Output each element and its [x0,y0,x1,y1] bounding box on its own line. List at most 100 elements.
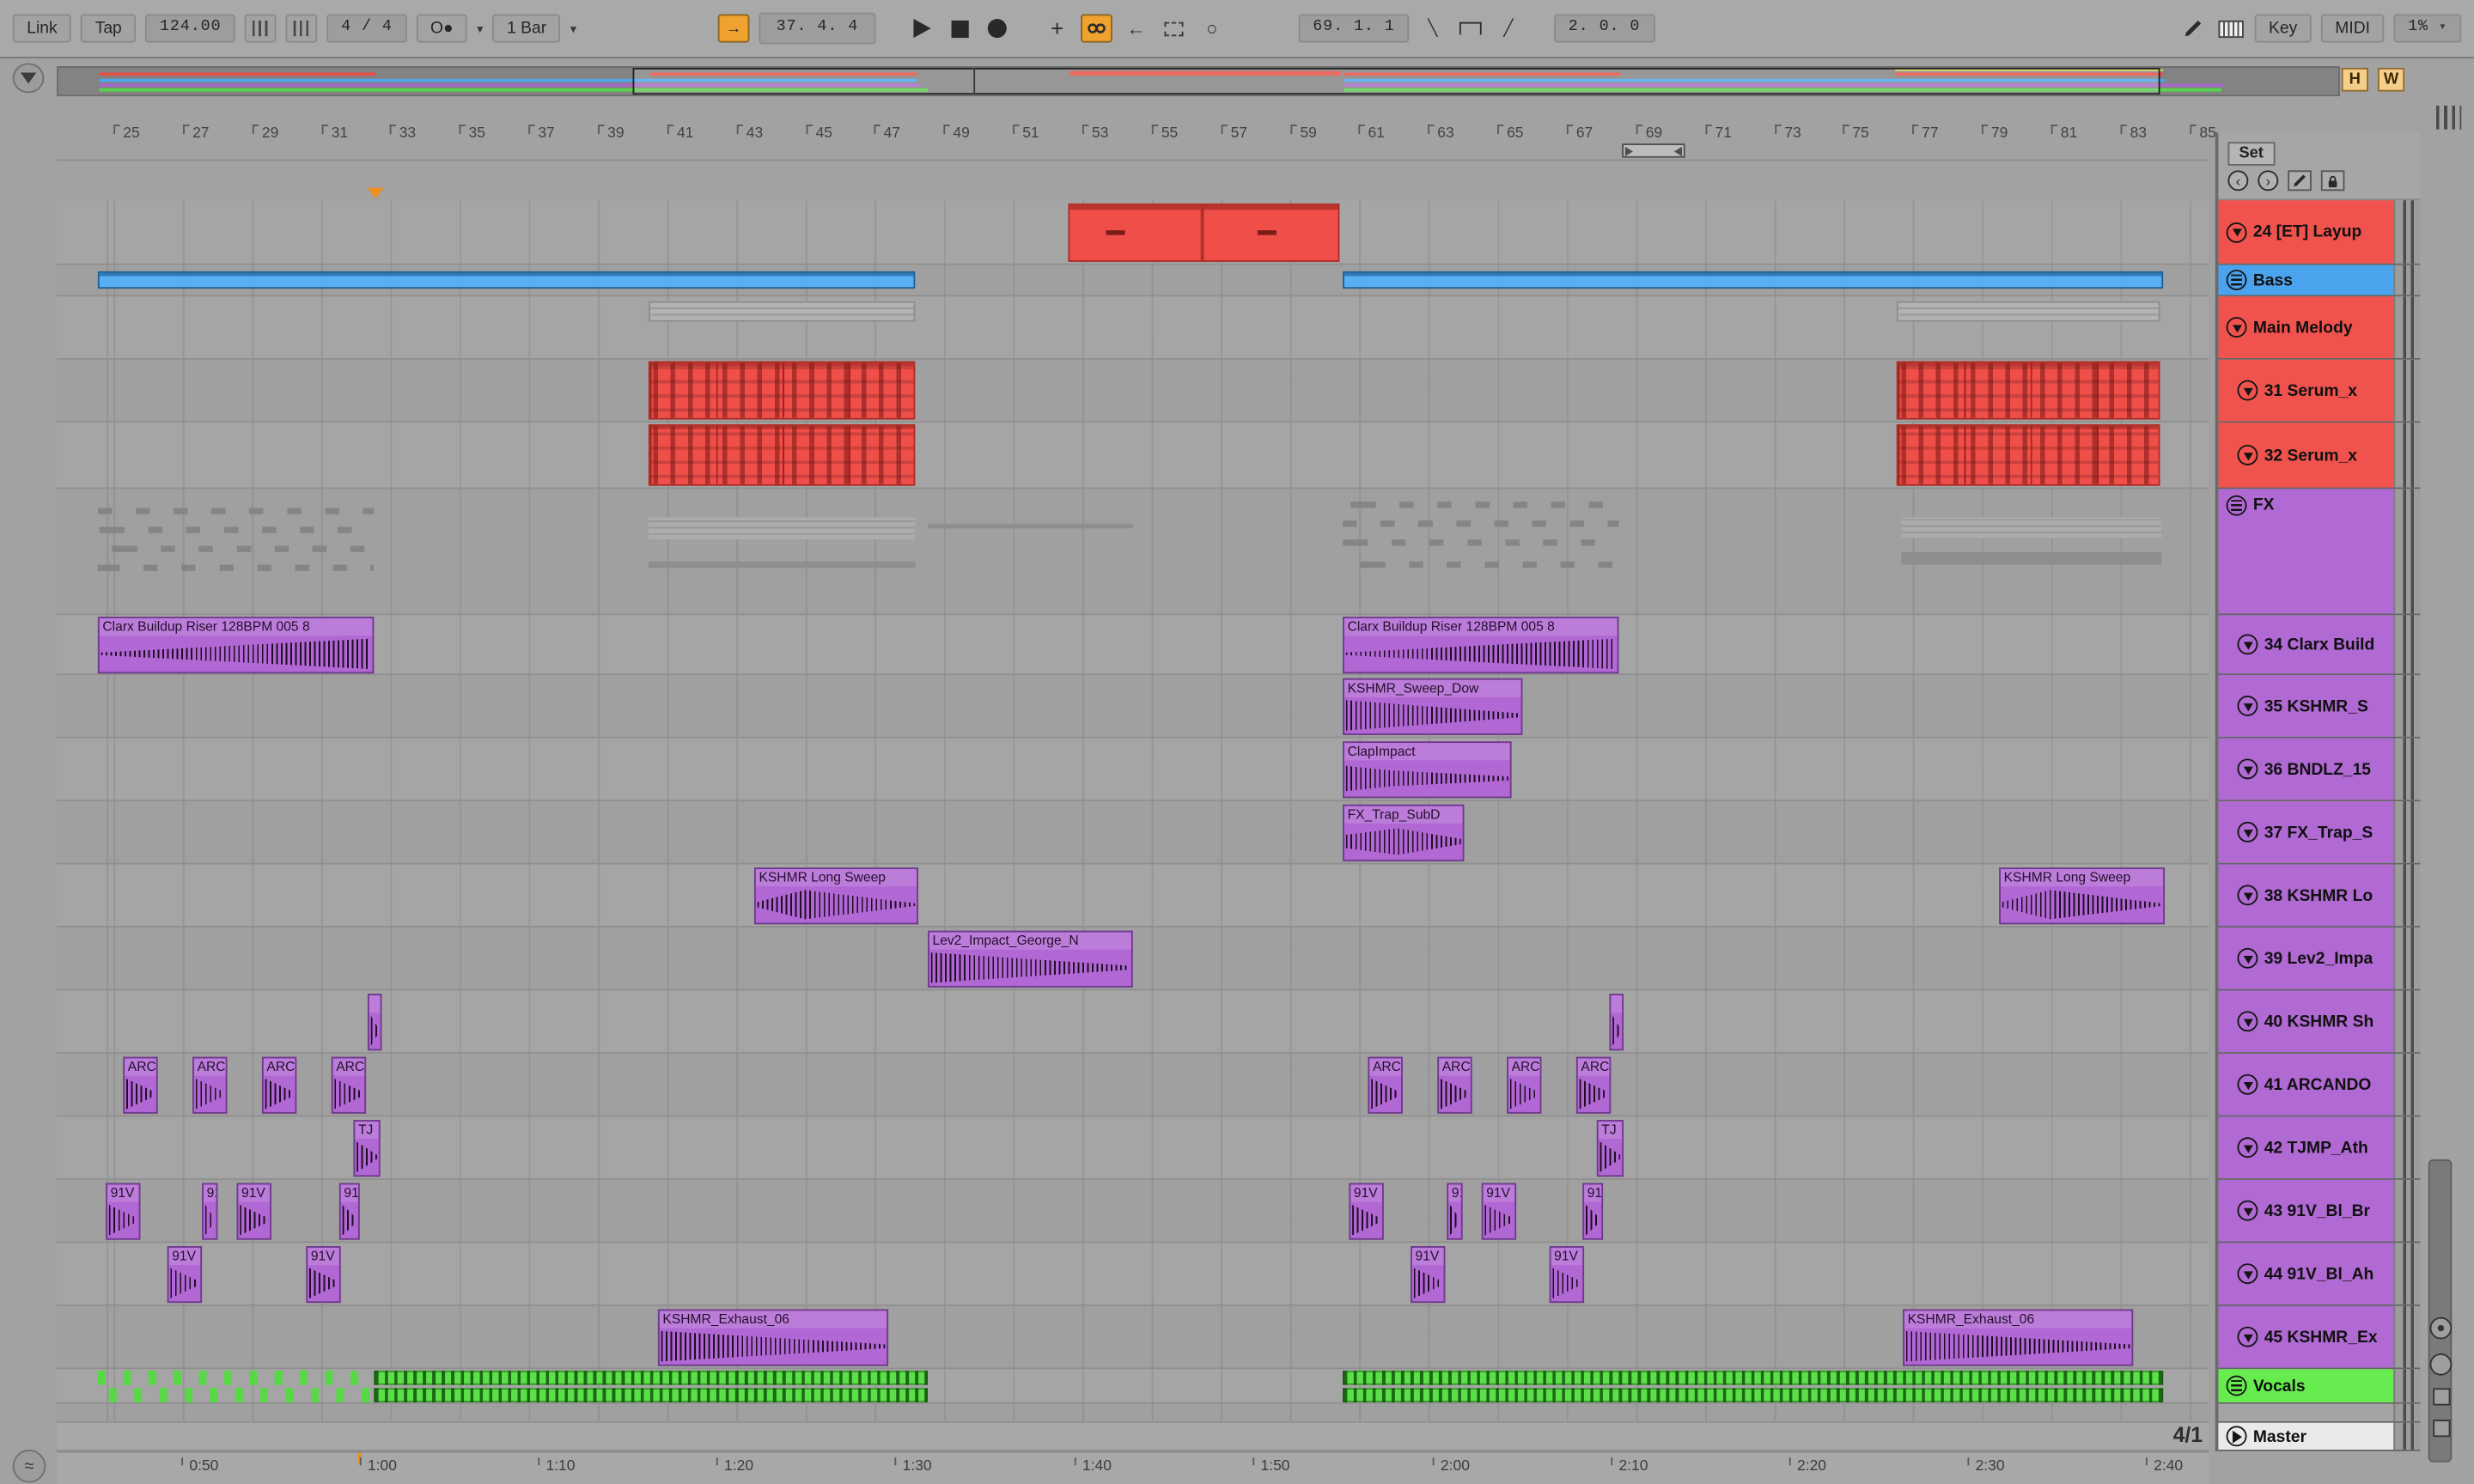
audio-clip[interactable]: KSHMR_Exhaust_06 [657,1309,889,1366]
audio-clip[interactable]: 91 [1447,1183,1463,1240]
track-header-clarx[interactable]: 34 Clarx Build [2218,615,2394,674]
track-header-tjmp[interactable]: 42 TJMP_Ath [2218,1116,2394,1179]
back-arrow-button[interactable]: ‹ [2227,170,2249,192]
show-info-view-button[interactable]: ≈ [12,1449,46,1483]
play-button[interactable] [907,15,935,43]
link-button[interactable]: Link [12,14,72,44]
audio-clip[interactable]: ARCA [1368,1056,1403,1114]
lane-arcando[interactable]: ARCA ARCA ARCA ARCA ARCA ARCA ARCA ARCA [57,1053,2209,1117]
lane-kshmr-short[interactable] [57,990,2209,1054]
group-clip-overview[interactable] [1896,301,2160,322]
nudge-up-button[interactable] [285,14,318,43]
time-signature-display[interactable]: 4 / 4 [326,14,407,43]
group-clip-overview[interactable] [648,301,916,322]
track-header-91v-ah[interactable]: 44 91V_Bl_Ah [2218,1243,2394,1305]
stop-button[interactable] [945,15,973,43]
lane-tjmp[interactable]: TJ TJ [57,1116,2209,1180]
punch-region-button[interactable] [1160,15,1188,43]
fold-track-icon[interactable] [2237,1263,2258,1285]
lane-layup[interactable] [57,200,2209,265]
group-midi-overview[interactable] [648,561,916,569]
fold-track-icon[interactable] [2237,1137,2258,1159]
follow-button[interactable]: → [717,14,750,43]
nudge-down-button[interactable] [245,14,277,43]
vocal-clip[interactable] [97,1388,373,1402]
audio-clip[interactable]: 91V [306,1246,341,1304]
audio-clip[interactable]: KSHMR_Sweep_Dow [1343,678,1523,735]
audio-clip[interactable]: TJ [353,1120,381,1177]
group-midi-overview[interactable] [648,517,916,540]
sends-section-toggle[interactable] [2429,1353,2453,1376]
midi-clip[interactable] [1896,424,2160,486]
lane-master[interactable]: 4/1 [57,1422,2209,1451]
punch-in-button[interactable]: ╲ [1418,15,1447,43]
vocal-clip[interactable] [1343,1371,2164,1385]
forward-arrow-button[interactable]: › [2258,170,2279,192]
cpu-load-meter[interactable]: 1% ▾ [2393,14,2462,43]
audio-clip[interactable]: ARCA [1507,1056,1542,1114]
tap-tempo-button[interactable]: Tap [81,14,137,44]
fold-track-icon[interactable] [2237,947,2258,969]
lane-clapimpact[interactable]: ClapImpact [57,738,2209,802]
loop-brace[interactable] [1622,143,1685,158]
fold-track-icon[interactable] [2237,821,2258,842]
audio-clip[interactable]: 91V [106,1183,141,1240]
lock-button[interactable] [2320,170,2345,192]
unfold-group-icon[interactable] [2226,270,2247,290]
record-button[interactable] [983,15,1011,43]
group-midi-overview[interactable] [927,523,1133,529]
group-midi-overview[interactable] [1343,496,1619,584]
track-header-layup[interactable]: 24 [ET] Layup [2218,200,2394,264]
fold-track-icon[interactable] [2237,1073,2258,1095]
punch-out-button[interactable]: ╱ [1494,15,1522,43]
vocal-clip[interactable] [374,1371,928,1385]
fold-track-icon[interactable] [2237,758,2258,780]
track-header-main-melody[interactable]: Main Melody [2218,296,2394,358]
chevron-down-icon[interactable]: ▾ [477,21,483,36]
track-header-kshmr-lo[interactable]: 38 KSHMR Lo [2218,864,2394,927]
fold-track-icon[interactable] [2237,695,2258,716]
overview-visible-region[interactable] [632,67,2160,95]
audio-clip[interactable]: ARCA [261,1056,297,1114]
midi-clip[interactable] [1896,361,2160,420]
audio-clip[interactable]: 91V [167,1246,203,1304]
audio-clip[interactable] [1609,994,1624,1051]
re-enable-automation-button[interactable]: ← [1122,15,1150,43]
vocal-clip[interactable] [374,1388,928,1402]
track-header-fx[interactable]: FX [2218,489,2394,614]
tempo-display[interactable]: 124.00 [145,14,236,43]
audio-clip[interactable]: KSHMR Long Sweep [753,867,918,925]
lane-fx-group[interactable] [57,489,2209,616]
track-header-vocals[interactable]: Vocals [2218,1369,2394,1402]
group-midi-overview[interactable] [97,502,375,581]
audio-clip[interactable]: 91V [236,1183,271,1240]
track-header-fx-trap[interactable]: 37 FX_Trap_S [2218,801,2394,863]
crossfade-section-toggle[interactable] [2433,1420,2451,1438]
track-header-bass[interactable]: Bass [2218,265,2394,295]
optimize-height-button[interactable]: H [2341,67,2368,92]
track-header-arcando[interactable]: 41 ARCANDO [2218,1053,2394,1116]
fold-track-icon[interactable] [2237,1200,2258,1221]
lane-subdrop[interactable]: FX_Trap_SubD [57,801,2209,865]
audio-clip[interactable]: Lev2_Impact_George_N [927,930,1133,988]
beat-time-ruler[interactable]: 25 27 29 31 33 35 37 39 41 43 45 47 49 5… [57,123,2216,161]
lane-main-melody[interactable] [57,296,2209,360]
lane-kshmr-sweep[interactable]: KSHMR_Sweep_Dow [57,675,2209,739]
lane-vocals[interactable] [57,1369,2209,1404]
fold-track-icon[interactable] [2237,444,2258,465]
audio-clip[interactable]: TJ [1596,1120,1624,1177]
lane-bass[interactable] [57,265,2209,297]
returns-section-toggle[interactable] [2433,1388,2451,1406]
fold-track-icon[interactable] [2226,317,2247,338]
vocal-clip[interactable] [1343,1388,2164,1402]
audio-clip[interactable]: ARCA [1437,1056,1472,1114]
track-header-kshmr-sh[interactable]: 40 KSHMR Sh [2218,990,2394,1053]
lane-serum-32[interactable] [57,423,2209,490]
loop-start-display[interactable]: 69. 1. 1 [1298,14,1410,43]
insert-marker-icon[interactable] [367,187,384,199]
quantize-menu[interactable]: 1 Bar [492,14,561,44]
set-button[interactable]: Set [2227,142,2275,166]
vertical-scrollbar[interactable] [2428,1159,2453,1463]
audio-clip[interactable]: 91 [338,1183,360,1240]
track-header-kshmr-s[interactable]: 35 KSHMR_S [2218,675,2394,737]
